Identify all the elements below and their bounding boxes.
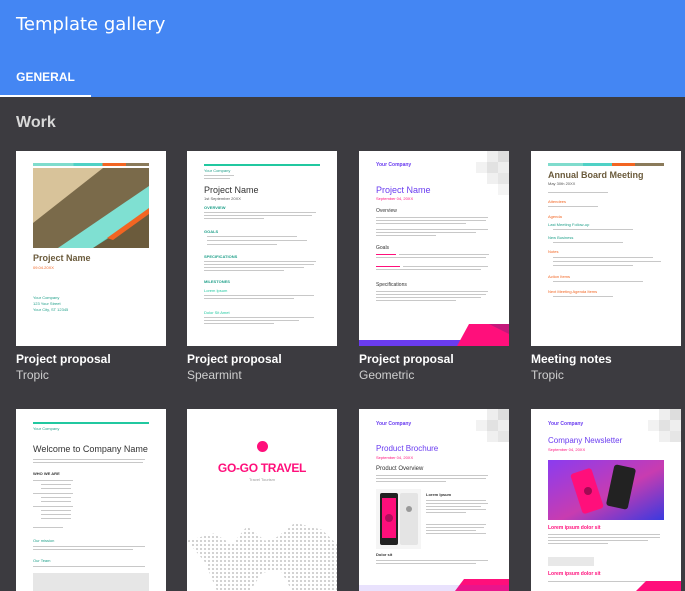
template-theme: Geometric	[359, 368, 415, 382]
tab-active-indicator	[0, 95, 91, 97]
thumb-heading: Overview	[376, 208, 397, 214]
thumb-company: Your Company	[204, 168, 231, 173]
color-stripe	[33, 163, 149, 166]
template-card-product-brochure[interactable]: Your Company Product Brochure September …	[359, 409, 509, 591]
template-card-meeting-notes-tropic[interactable]: Annual Board Meeting May 30th 20XX Atten…	[531, 151, 681, 382]
thumb-heading: SPECIFICATIONS	[204, 254, 238, 259]
thumb-heading: Product Overview	[376, 466, 424, 472]
thumb-heading: Notes	[548, 249, 559, 254]
footer-band	[359, 579, 509, 591]
thumb-title: Product Brochure	[376, 444, 439, 453]
thumb-title: Company Newsletter	[548, 436, 623, 445]
footer-band	[359, 324, 509, 346]
template-thumbnail[interactable]: Your Company Project Name 1st September …	[187, 151, 337, 346]
thumb-title: Welcome to Company Name	[33, 444, 148, 454]
thumb-heading: Next Meeting Agenda Items	[548, 289, 598, 294]
section-title: Work	[16, 114, 56, 131]
thumb-subheading: New Business	[548, 235, 574, 240]
template-card-travel[interactable]: GO-GO TRAVEL Travel Tourism	[187, 409, 337, 591]
thumb-date: September 04, 20XX	[376, 196, 414, 201]
newsletter-hero-image	[548, 460, 664, 520]
thumb-subheading: Lorem Ipsum	[204, 288, 228, 293]
thumb-title: Project Name	[204, 185, 259, 195]
thumb-heading: Agenda	[548, 214, 562, 219]
thumb-heading: Action Items	[548, 274, 571, 279]
accent-rule	[33, 422, 149, 424]
template-thumbnail[interactable]: GO-GO TRAVEL Travel Tourism	[187, 409, 337, 591]
tab-general[interactable]: GENERAL	[0, 58, 91, 97]
travel-logo-icon	[257, 441, 268, 452]
thumb-heading: MILESTONES	[204, 279, 230, 284]
thumb-subheading: Lorem Ipsum	[426, 492, 452, 497]
template-card-project-proposal-geometric[interactable]: Your Company Project Name September 04, …	[359, 151, 509, 382]
template-theme: Spearmint	[187, 368, 242, 382]
thumb-date: September 04, 20XX	[376, 455, 414, 460]
thumb-heading: Our mission	[33, 538, 55, 543]
thumb-address: 123 Your Street	[33, 301, 61, 306]
thumb-heading: GOALS	[204, 229, 219, 234]
world-map	[187, 522, 337, 591]
thumb-heading: Lorem ipsum dolor sit	[548, 525, 601, 531]
callout-box	[33, 573, 149, 591]
template-name: Project proposal	[359, 352, 454, 366]
thumb-heading: Attendees	[548, 199, 567, 204]
thumb-heading: Goals	[376, 245, 390, 251]
thumb-date: 1st September 20XX	[204, 196, 241, 201]
thumb-logo: GO-GO TRAVEL	[217, 461, 307, 475]
app-header: Template gallery GENERAL	[0, 0, 685, 97]
template-thumbnail[interactable]: Your Company Welcome to Company Name WHO…	[16, 409, 166, 591]
template-thumbnail[interactable]: Annual Board Meeting May 30th 20XX Atten…	[531, 151, 681, 346]
template-thumbnail[interactable]: Your Company Project Name September 04, …	[359, 151, 509, 346]
tab-label: GENERAL	[16, 70, 75, 84]
thumb-heading: OVERVIEW	[204, 205, 226, 210]
thumb-tagline: Travel Tourism	[248, 477, 275, 482]
accent-rule	[204, 164, 320, 166]
thumb-address: Your City, ST 12345	[33, 307, 69, 312]
thumb-date: May 30th 20XX	[548, 181, 576, 186]
template-card-project-proposal-spearmint[interactable]: Your Company Project Name 1st September …	[187, 151, 337, 382]
thumb-subheading: Dolor Sit Amet	[204, 310, 230, 315]
thumb-heading: WHO WE ARE	[33, 471, 60, 476]
read-more-box	[548, 557, 594, 566]
corner-pattern	[648, 409, 681, 442]
thumb-title: Project Name	[33, 253, 91, 263]
page-title: Template gallery	[16, 14, 166, 35]
thumb-company: Your Company	[33, 295, 60, 300]
template-name: Meeting notes	[531, 352, 612, 366]
footer-band	[636, 581, 681, 591]
template-theme: Tropic	[531, 368, 564, 382]
color-stripe	[548, 163, 664, 166]
thumb-title: Project Name	[376, 185, 431, 195]
tropic-artwork	[33, 168, 149, 248]
thumb-subheading: Last Meeting Follow-up	[548, 222, 590, 227]
template-name: Project proposal	[16, 352, 111, 366]
corner-pattern	[476, 409, 509, 442]
template-card-newsletter[interactable]: Your Company Company Newsletter Septembe…	[531, 409, 681, 591]
thumb-company: Your Company	[376, 421, 412, 427]
thumb-company: Your Company	[548, 421, 584, 427]
template-thumbnail[interactable]: Project Name 09.04.20XX Your Company 123…	[16, 151, 166, 346]
template-thumbnail[interactable]: Your Company Product Brochure September …	[359, 409, 509, 591]
thumb-company: Your Company	[33, 426, 60, 431]
thumb-heading: Our Team	[33, 558, 51, 563]
thumb-date: 09.04.20XX	[33, 265, 54, 270]
template-thumbnail[interactable]: Your Company Company Newsletter Septembe…	[531, 409, 681, 591]
thumb-subheading: Dolor sit	[376, 552, 393, 557]
thumb-title: Annual Board Meeting	[548, 170, 644, 180]
template-theme: Tropic	[16, 368, 49, 382]
corner-pattern	[476, 151, 509, 195]
thumb-heading: Specifications	[376, 282, 407, 288]
template-card-welcome[interactable]: Your Company Welcome to Company Name WHO…	[16, 409, 166, 591]
product-phone-image	[376, 489, 421, 549]
template-name: Project proposal	[187, 352, 282, 366]
template-card-project-proposal-tropic[interactable]: Project Name 09.04.20XX Your Company 123…	[16, 151, 166, 382]
thumb-date: September 04, 20XX	[548, 447, 586, 452]
thumb-company: Your Company	[376, 162, 412, 168]
thumb-heading: Lorem ipsum dolor sit	[548, 571, 601, 577]
